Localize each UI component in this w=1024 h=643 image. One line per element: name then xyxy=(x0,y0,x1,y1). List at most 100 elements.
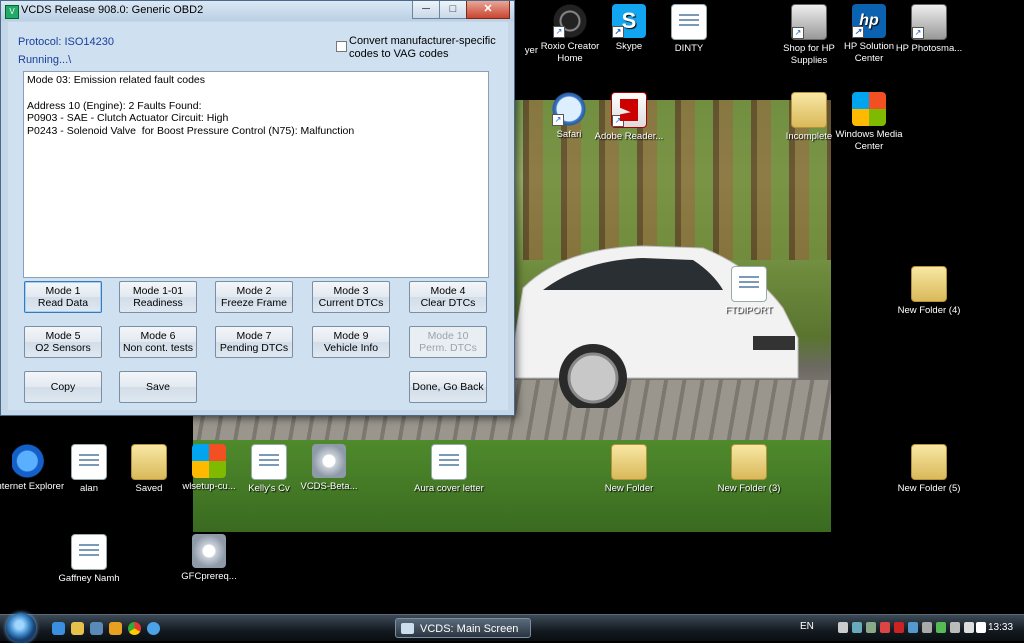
mode9-vehicle-info-button[interactable]: Mode 9 Vehicle Info xyxy=(312,326,390,358)
folder-icon xyxy=(731,444,767,480)
folder-icon xyxy=(791,92,827,128)
internet-explorer-icon xyxy=(12,444,46,478)
taskbar-button-vcds[interactable]: VCDS: Main Screen xyxy=(395,618,531,638)
tray-battery-icon[interactable] xyxy=(936,622,946,633)
convert-codes-checkbox[interactable] xyxy=(336,41,347,52)
mode1-read-data-button[interactable]: Mode 1 Read Data xyxy=(24,281,102,313)
language-indicator[interactable]: EN xyxy=(800,621,814,632)
tray-wireless-icon[interactable] xyxy=(950,622,960,633)
folder-icon xyxy=(131,444,167,480)
mode3-current-dtcs-button[interactable]: Mode 3 Current DTCs xyxy=(312,281,390,313)
desktop-icon-vcds-beta[interactable]: VCDS-Beta... xyxy=(289,444,369,493)
hp-logo-icon: hp ↗ xyxy=(852,4,886,38)
ie-quicklaunch-icon[interactable] xyxy=(52,622,65,635)
folder-icon xyxy=(911,266,947,302)
vcds-app-icon[interactable]: V xyxy=(5,5,19,19)
taskbar-clock[interactable]: 13:33 xyxy=(988,622,1013,633)
mode6-non-cont-tests-button[interactable]: Mode 6 Non cont. tests xyxy=(119,326,197,358)
desktop-icon-gfcprereq[interactable]: GFCprereq... xyxy=(169,534,249,583)
show-desktop-icon[interactable] xyxy=(90,622,103,635)
tray-volume-icon[interactable] xyxy=(964,622,974,633)
shortcut-arrow-icon: ↗ xyxy=(912,27,924,39)
convert-codes-label: Convert manufacturer-specific codes to V… xyxy=(349,35,496,60)
running-status: Running...\ xyxy=(18,54,72,66)
tray-monitor-icon[interactable] xyxy=(976,622,986,633)
close-button[interactable]: ✕ xyxy=(466,1,510,19)
folder-icon xyxy=(611,444,647,480)
windows-logo-icon xyxy=(852,92,886,126)
mode101-readiness-button[interactable]: Mode 1-01 Readiness xyxy=(119,281,197,313)
output-line: P0903 - SAE - Clutch Actuator Circuit: H… xyxy=(27,112,229,125)
document-icon xyxy=(431,444,467,480)
output-line: P0243 - Solenoid Valve for Boost Pressur… xyxy=(27,125,355,138)
media-quicklaunch-icon[interactable] xyxy=(109,622,122,635)
roxio-disc-icon: ↗ xyxy=(553,4,587,38)
safari-compass-icon: ↗ xyxy=(552,92,586,126)
shortcut-arrow-icon: ↗ xyxy=(553,26,565,38)
wallpaper-car xyxy=(512,245,799,408)
done-go-back-button[interactable]: Done, Go Back xyxy=(409,371,487,403)
convert-codes-option[interactable]: Convert manufacturer-specific codes to V… xyxy=(336,35,502,60)
windows-live-setup-icon xyxy=(192,444,226,478)
tray-network-icon[interactable] xyxy=(852,622,862,633)
shortcut-arrow-icon: ↗ xyxy=(612,26,624,38)
mode10-perm-dtcs-button: Mode 10 Perm. DTCs xyxy=(409,326,487,358)
mode7-pending-dtcs-button[interactable]: Mode 7 Pending DTCs xyxy=(215,326,293,358)
save-button[interactable]: Save xyxy=(119,371,197,403)
tray-mcafee-icon[interactable] xyxy=(894,622,904,633)
document-icon xyxy=(71,444,107,480)
desktop-icon-ftdiport[interactable]: FTDIPORT xyxy=(709,266,789,317)
tray-security-icon[interactable] xyxy=(880,622,890,633)
skype-icon: S ↗ xyxy=(612,4,646,38)
shortcut-arrow-icon: ↗ xyxy=(792,27,804,39)
maximize-button[interactable]: □ xyxy=(439,1,467,19)
minimize-button[interactable]: ─ xyxy=(412,1,440,19)
output-line: Mode 03: Emission related fault codes xyxy=(27,74,206,86)
protocol-label: Protocol: ISO14230 xyxy=(18,36,115,48)
vcds-window[interactable]: V VCDS Release 908.0: Generic OBD2 ─ □ ✕… xyxy=(0,0,515,416)
folder-quicklaunch-icon[interactable] xyxy=(71,622,84,635)
browser-quicklaunch-icon[interactable] xyxy=(147,622,160,635)
folder-icon xyxy=(911,444,947,480)
start-orb-icon[interactable] xyxy=(6,613,36,643)
window-title: VCDS Release 908.0: Generic OBD2 xyxy=(21,4,204,16)
desktop-icon-dinty[interactable]: DINTY xyxy=(649,4,729,55)
shortcut-arrow-icon: ↗ xyxy=(852,26,864,38)
document-icon xyxy=(671,4,707,40)
window-client-area: Protocol: ISO14230 Running...\ Convert m… xyxy=(8,22,508,410)
desktop-icon-new-folder[interactable]: New Folder xyxy=(589,444,669,495)
fault-output-box[interactable]: Mode 03: Emission related fault codes Add… xyxy=(23,71,489,278)
vcds-task-icon xyxy=(401,623,414,634)
printer-icon: ↗ xyxy=(791,4,827,40)
mode4-clear-dtcs-button[interactable]: Mode 4 Clear DTCs xyxy=(409,281,487,313)
desktop-icon-wmc[interactable]: Windows Media Center xyxy=(829,92,909,153)
tray-app-icon[interactable] xyxy=(866,622,876,633)
desktop-icon-hp-photosmart[interactable]: ↗ HP Photosma... xyxy=(889,4,969,55)
output-line: Address 10 (Engine): 2 Faults Found: xyxy=(27,99,202,112)
installer-icon xyxy=(192,534,226,568)
tray-expand-icon[interactable] xyxy=(838,622,848,633)
desktop-icon-adobe[interactable]: ↗ Adobe Reader... xyxy=(589,92,669,143)
document-icon xyxy=(251,444,287,480)
desktop-icon-new-folder-5[interactable]: New Folder (5) xyxy=(889,444,969,495)
document-icon xyxy=(731,266,767,302)
cd-installer-icon xyxy=(312,444,346,478)
window-titlebar[interactable]: V VCDS Release 908.0: Generic OBD2 ─ □ ✕ xyxy=(1,1,514,21)
desktop-icon-gaffney[interactable]: Gaffney Namh xyxy=(49,534,129,585)
desktop-icon-new-folder-4[interactable]: New Folder (4) xyxy=(889,266,969,317)
shortcut-arrow-icon: ↗ xyxy=(612,115,624,127)
pdf-reader-icon: ↗ xyxy=(611,92,647,128)
shortcut-arrow-icon: ↗ xyxy=(552,114,564,126)
tray-update-icon[interactable] xyxy=(908,622,918,633)
desktop-icon-new-folder-3[interactable]: New Folder (3) xyxy=(709,444,789,495)
desktop-icon-aura[interactable]: Aura cover letter xyxy=(409,444,489,495)
copy-button[interactable]: Copy xyxy=(24,371,102,403)
camera-printer-icon: ↗ xyxy=(911,4,947,40)
chrome-quicklaunch-icon[interactable] xyxy=(128,622,141,635)
tray-usb-icon[interactable] xyxy=(922,622,932,633)
mode2-freeze-frame-button[interactable]: Mode 2 Freeze Frame xyxy=(215,281,293,313)
document-icon xyxy=(71,534,107,570)
taskbar: VCDS: Main Screen EN 13:33 xyxy=(0,613,1024,643)
mode5-o2-sensors-button[interactable]: Mode 5 O2 Sensors xyxy=(24,326,102,358)
